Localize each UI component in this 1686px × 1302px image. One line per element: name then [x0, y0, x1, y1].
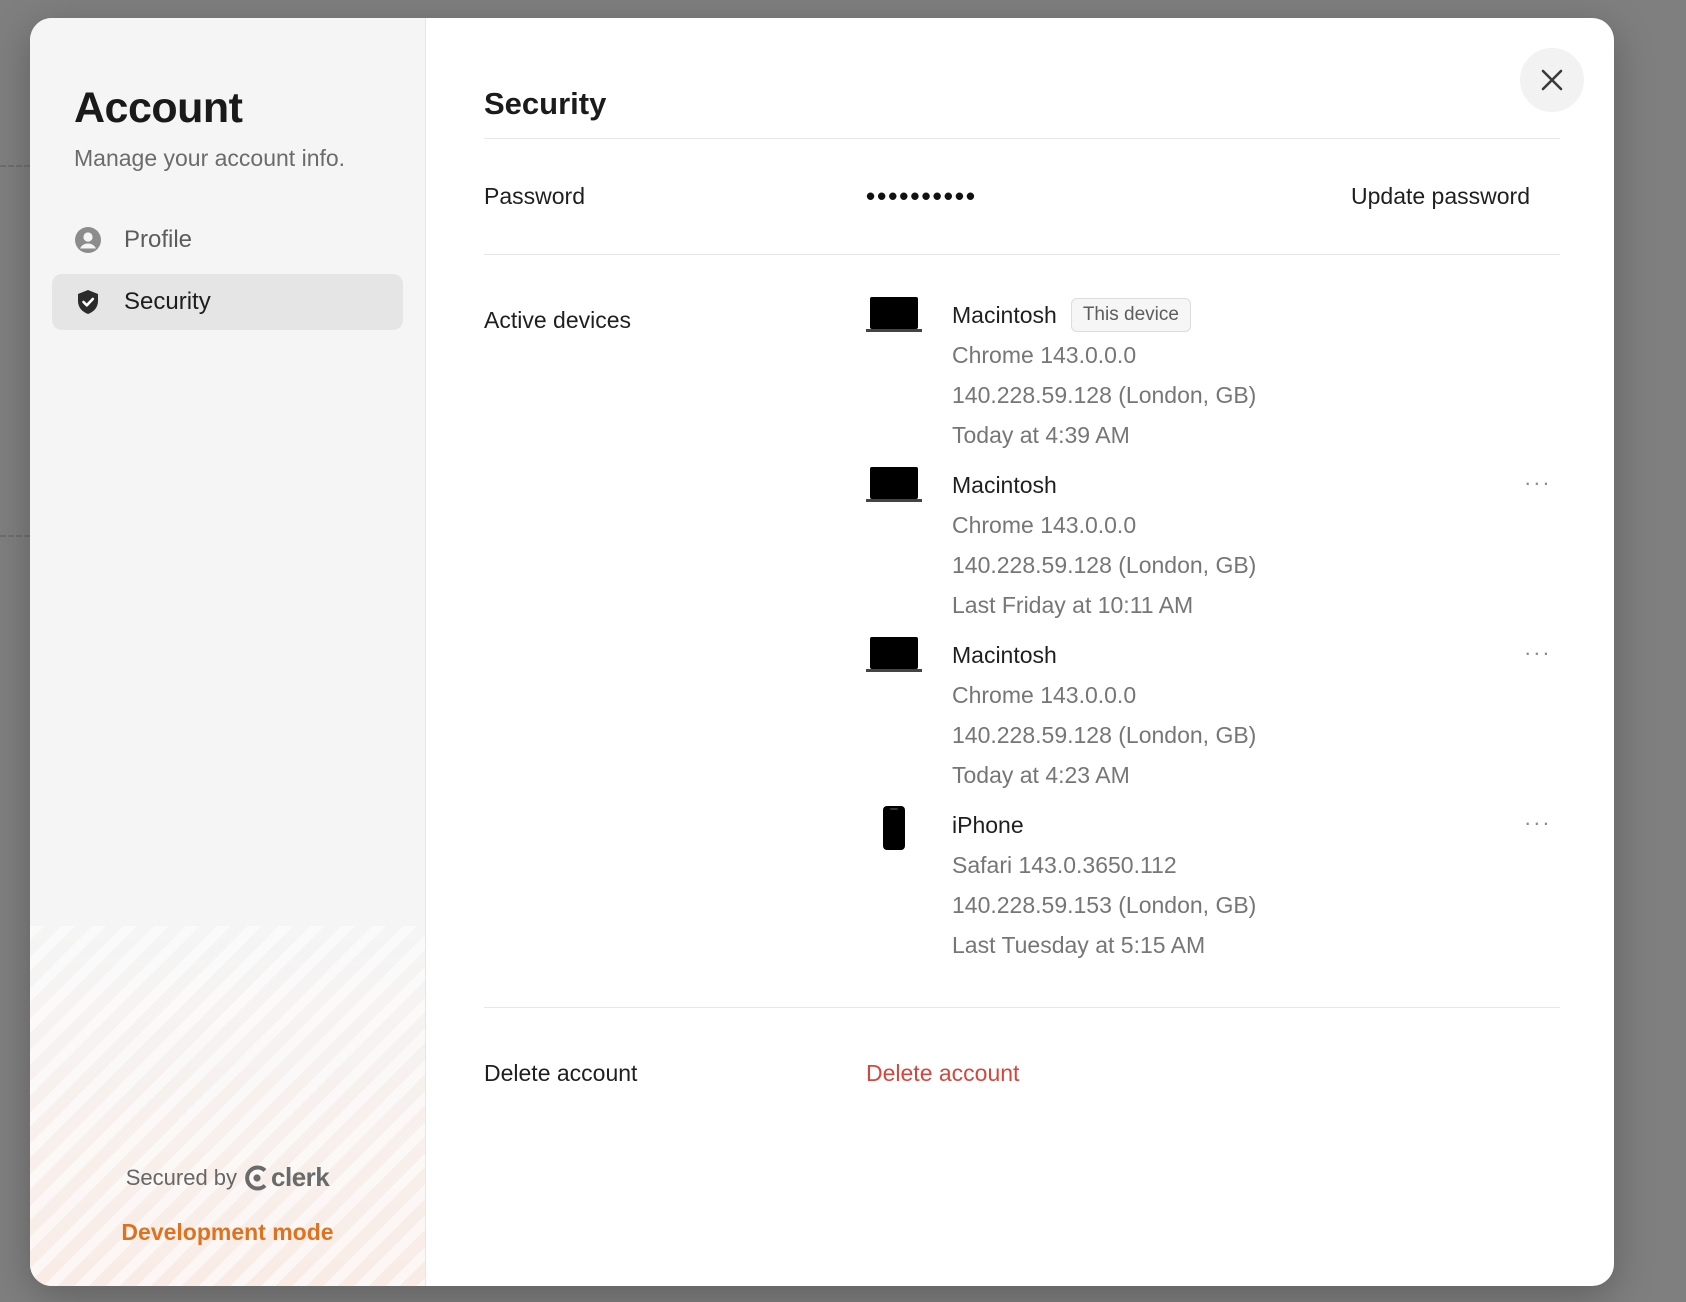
device-more-button[interactable]: ... — [1525, 465, 1552, 491]
device-browser: Safari 143.0.3650.112 — [952, 852, 1177, 878]
delete-account-button[interactable]: Delete account — [866, 1060, 1019, 1087]
device-browser: Chrome 143.0.0.0 — [952, 682, 1137, 708]
device-ip: 140.228.59.128 (London, GB) — [952, 382, 1257, 408]
device-last-active: Last Friday at 10:11 AM — [952, 592, 1194, 618]
device-ip: 140.228.59.128 (London, GB) — [952, 552, 1257, 578]
device-ip: 140.228.59.153 (London, GB) — [952, 892, 1257, 918]
device-name: Macintosh — [952, 472, 1057, 498]
delete-account-label: Delete account — [484, 1059, 638, 1086]
account-modal: Account Manage your account info. Profil… — [30, 18, 1614, 1286]
page-title: Security — [484, 86, 607, 121]
device-item: Macintosh This device Chrome 143.0.0.0 1… — [866, 295, 1560, 455]
update-password-button[interactable]: Update password — [1351, 183, 1530, 210]
sidebar-footer: Secured by clerk Development mode — [30, 1162, 425, 1246]
shield-check-icon — [74, 288, 102, 316]
password-row: Password •••••••••• Update password — [484, 139, 1560, 254]
device-item: Macintosh Chrome 143.0.0.0 140.228.59.12… — [866, 635, 1560, 795]
delete-account-row: Delete account Delete account — [484, 1008, 1560, 1138]
laptop-icon — [866, 465, 922, 515]
password-masked-value: •••••••••• — [866, 181, 978, 211]
password-label: Password — [484, 183, 585, 209]
device-name: iPhone — [952, 812, 1024, 838]
device-last-active: Last Tuesday at 5:15 AM — [952, 932, 1206, 958]
secured-by: Secured by clerk — [126, 1162, 330, 1193]
sidebar-item-security[interactable]: Security — [52, 274, 403, 330]
device-ip: 140.228.59.128 (London, GB) — [952, 722, 1257, 748]
sidebar-nav: Profile Security — [52, 212, 403, 330]
laptop-icon — [866, 295, 922, 345]
this-device-badge: This device — [1070, 298, 1191, 332]
backdrop-dash — [0, 535, 30, 537]
device-name: Macintosh — [952, 642, 1057, 668]
active-devices-label: Active devices — [484, 307, 632, 333]
device-last-active: Today at 4:39 AM — [952, 422, 1130, 448]
sidebar-item-profile[interactable]: Profile — [52, 212, 403, 268]
device-more-button[interactable]: ... — [1525, 805, 1552, 831]
device-browser: Chrome 143.0.0.0 — [952, 512, 1137, 538]
device-browser: Chrome 143.0.0.0 — [952, 342, 1137, 368]
device-item: Macintosh Chrome 143.0.0.0 140.228.59.12… — [866, 465, 1560, 625]
clerk-logo[interactable]: clerk — [245, 1162, 330, 1193]
device-more-button[interactable]: ... — [1525, 635, 1552, 661]
sidebar-title: Account — [74, 84, 243, 132]
active-devices-row: Active devices Macintosh This device Chr… — [484, 255, 1560, 1007]
phone-icon — [866, 805, 922, 855]
user-circle-icon — [74, 226, 102, 254]
laptop-icon — [866, 635, 922, 685]
clerk-brand: clerk — [271, 1162, 330, 1192]
sidebar-item-label: Profile — [124, 226, 193, 253]
device-list: Macintosh This device Chrome 143.0.0.0 1… — [866, 295, 1560, 975]
sidebar-item-label: Security — [124, 288, 211, 315]
device-name: Macintosh — [952, 302, 1057, 328]
device-item: iPhone Safari 143.0.3650.112 140.228.59.… — [866, 805, 1560, 965]
secured-by-label: Secured by — [125, 1164, 238, 1190]
sidebar-subtitle: Manage your account info. — [74, 145, 346, 171]
device-last-active: Today at 4:23 AM — [952, 762, 1130, 788]
security-panel: Security Password •••••••••• Update pass… — [426, 18, 1614, 1286]
close-icon — [1541, 69, 1563, 91]
close-button[interactable] — [1520, 48, 1584, 112]
clerk-logo-icon — [245, 1165, 267, 1190]
development-mode-label: Development mode — [121, 1219, 334, 1245]
backdrop-dash — [0, 165, 30, 167]
sidebar: Account Manage your account info. Profil… — [30, 18, 426, 1286]
